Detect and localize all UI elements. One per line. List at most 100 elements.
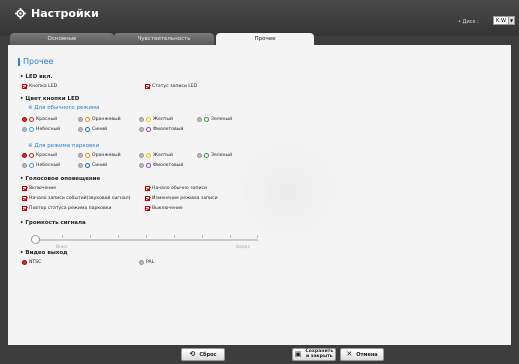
normal-green-option[interactable]: Зеленый (197, 117, 232, 122)
disk-select[interactable]: K:W ▼ (493, 16, 515, 25)
color-label: Желтый (153, 153, 173, 158)
radio (139, 163, 144, 168)
checkbox (22, 206, 27, 211)
button-color-title: • Цвет кнопки LED (20, 96, 80, 102)
checkbox-label: Выключение (152, 206, 183, 211)
cancel-button[interactable]: ✕ Отмена (340, 348, 384, 361)
color-label: Фиолетовый (153, 163, 184, 168)
tab-sensitivity[interactable]: Чувствительность (114, 33, 214, 45)
radio (197, 117, 202, 122)
parking-mode-title: ※ Для режима парковки (28, 143, 100, 149)
reset-button[interactable]: ⟲ Сброс (181, 348, 225, 361)
led-group-title: • LED вкл. (20, 74, 53, 80)
checkbox-label: Начало записи событий(звуковой сигнал) (29, 196, 131, 201)
disk-label: • Диск : (458, 19, 479, 25)
tab-other[interactable]: Прочее (216, 33, 314, 45)
tab-other-label: Прочее (254, 36, 276, 42)
checkbox-label: Начало обычно записи (152, 186, 208, 191)
color-label: Красный (36, 153, 58, 158)
video-ntsc-option[interactable]: NTSC (22, 260, 41, 265)
window-title-text: Настройки (31, 7, 99, 20)
checkbox (145, 206, 150, 211)
slider-tick (90, 235, 91, 238)
radio-label: PAL (146, 260, 155, 265)
color-label: Небесный (36, 127, 61, 132)
section-marker (18, 57, 20, 66)
video-pal-option[interactable]: PAL (139, 260, 154, 265)
volume-slider-knob[interactable] (31, 235, 40, 244)
cancel-label: Отмена (356, 351, 378, 358)
radio (197, 153, 202, 158)
normal-yellow-option[interactable]: Желтый (139, 117, 173, 122)
color-label: Оранжевый (92, 153, 121, 158)
parking-blue-option[interactable]: Синий (78, 163, 107, 168)
close-icon: ✕ (346, 350, 353, 358)
gear-icon (15, 8, 26, 19)
checkbox-label: Включение (29, 186, 57, 191)
voice-mode-change-checkbox[interactable]: Изменение режима записи (145, 196, 218, 201)
voice-power-on-checkbox[interactable]: Включение (22, 186, 56, 191)
radio (78, 117, 83, 122)
color-label: Синий (92, 163, 108, 168)
color-label: Небесный (36, 163, 61, 168)
volume-max-label: Вверх (236, 245, 251, 250)
radio (22, 127, 27, 132)
led-button-checkbox[interactable]: Кнопка LED (22, 84, 57, 89)
parking-orange-option[interactable]: Оранжевый (78, 153, 121, 158)
save-close-label: Сохранить и закрыть (305, 349, 333, 360)
window-title: Настройки (15, 7, 99, 20)
color-label: Желтый (153, 117, 173, 122)
led-button-label: Кнопка LED (29, 84, 58, 89)
radio-selected (22, 117, 27, 122)
content-panel: Прочее • LED вкл. Кнопка LED Статус запи… (8, 45, 511, 345)
led-record-checkbox[interactable]: Статус записи LED (145, 84, 197, 89)
voice-normal-start-checkbox[interactable]: Начало обычно записи (145, 186, 207, 191)
parking-sky-option[interactable]: Небесный (22, 163, 60, 168)
normal-orange-option[interactable]: Оранжевый (78, 117, 121, 122)
settings-window: Настройки • Диск : K:W ▼ Основные Чувств… (0, 0, 519, 364)
volume-group-title: • Громкость сигнала (20, 220, 86, 226)
color-dot (204, 153, 209, 158)
checkbox (22, 186, 27, 191)
color-dot (29, 117, 34, 122)
color-dot (146, 153, 151, 158)
normal-blue-option[interactable]: Синий (78, 127, 107, 132)
checkbox (145, 84, 150, 89)
voice-event-checkbox[interactable]: Начало записи событий(звуковой сигнал) (22, 196, 130, 201)
video-out-title: • Видео выход (20, 250, 68, 256)
color-dot (85, 117, 90, 122)
parking-green-option[interactable]: Зеленый (197, 153, 232, 158)
color-dot (146, 127, 151, 132)
volume-slider-track[interactable] (35, 239, 258, 241)
color-label: Красный (36, 117, 58, 122)
save-close-button[interactable]: ▣ Сохранить и закрыть (292, 348, 336, 361)
normal-mode-title: ※ Для обычного режима (28, 105, 100, 111)
color-dot (29, 127, 34, 132)
tab-basic-label: Основные (47, 36, 77, 42)
parking-red-option[interactable]: Красный (22, 153, 57, 158)
normal-violet-option[interactable]: Фиолетовый (139, 127, 183, 132)
voice-group-title: • Голосовое оповещение (20, 176, 101, 182)
tab-basic[interactable]: Основные (10, 33, 114, 45)
radio (78, 153, 83, 158)
tab-sensitivity-label: Чувствительность (137, 36, 191, 42)
slider-tick (118, 235, 119, 238)
color-label: Оранжевый (92, 117, 121, 122)
color-dot (29, 163, 34, 168)
chevron-down-icon: ▼ (508, 17, 514, 24)
slider-tick (257, 235, 258, 238)
normal-red-option[interactable]: Красный (22, 117, 57, 122)
voice-power-off-checkbox[interactable]: Выключение (145, 206, 183, 211)
radio (78, 127, 83, 132)
voice-parking-repeat-checkbox[interactable]: Повтор статуса режима парковки (22, 206, 111, 211)
parking-yellow-option[interactable]: Желтый (139, 153, 173, 158)
radio (22, 163, 27, 168)
normal-sky-option[interactable]: Небесный (22, 127, 60, 132)
color-dot (85, 163, 90, 168)
radio (139, 117, 144, 122)
checkbox-label: Повтор статуса режима парковки (29, 206, 112, 211)
led-record-label: Статус записи LED (152, 84, 198, 89)
color-label: Зеленый (211, 153, 233, 158)
parking-violet-option[interactable]: Фиолетовый (139, 163, 183, 168)
save-icon: ▣ (294, 350, 302, 358)
